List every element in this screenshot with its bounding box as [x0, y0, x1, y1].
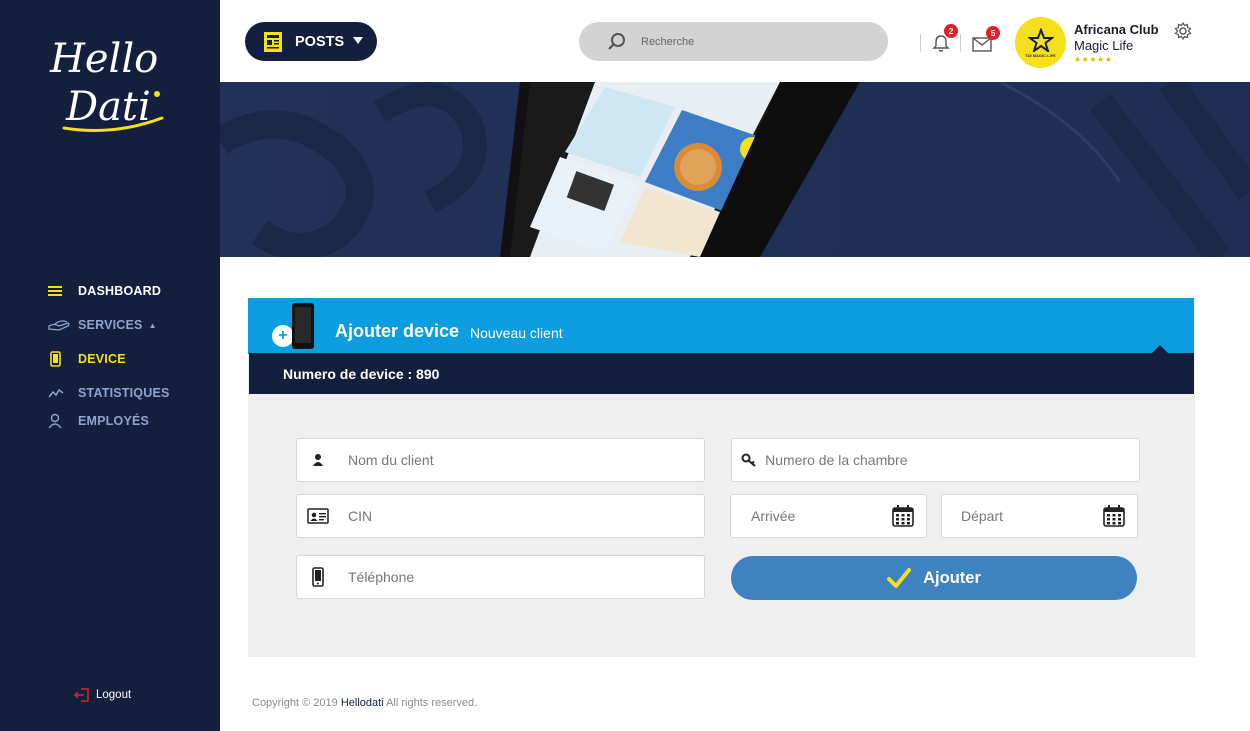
cin-input[interactable]	[347, 508, 704, 524]
mobile-icon	[297, 567, 339, 587]
search-bar[interactable]	[579, 22, 888, 61]
posts-label: POSTS	[295, 33, 345, 50]
sidebar-item-label: SERVICES	[78, 318, 143, 332]
add-button[interactable]: Ajouter	[731, 556, 1137, 600]
sidebar-item-label: DEVICE	[78, 352, 126, 366]
footer-brand-link[interactable]: Hellodati	[341, 697, 384, 709]
footer: Copyright © 2019 Hellodati All rights re…	[252, 697, 477, 709]
logo-text-dati: Dati	[65, 84, 151, 130]
add-device-card: + Ajouter device Nouveau client Numero d…	[248, 298, 1195, 657]
card-subtitle: Nouveau client	[470, 325, 563, 341]
key-icon	[732, 453, 765, 467]
client-name-input[interactable]	[347, 452, 704, 468]
avatar-caption: TUI MAGIC LIFE	[1025, 52, 1056, 58]
room-number-field[interactable]	[731, 438, 1140, 482]
card-header: + Ajouter device Nouveau client	[248, 298, 1194, 354]
list-icon	[48, 283, 70, 299]
sidebar-item-label: STATISTIQUES	[78, 386, 170, 400]
sidebar-item-label: EMPLOYÉS	[78, 414, 150, 428]
sidebar-item-device[interactable]: DEVICE	[48, 348, 218, 370]
trend-icon	[48, 385, 70, 401]
calendar-icon[interactable]	[892, 505, 914, 532]
notifications-button[interactable]: 2	[932, 24, 958, 57]
app-root: Hello Dati DASHBOARD SERVICES ▲ DEVICE S…	[0, 0, 1250, 731]
notifications-badge: 2	[944, 24, 958, 38]
divider	[920, 34, 921, 52]
room-number-input[interactable]	[765, 452, 1139, 468]
phone-icon	[48, 351, 70, 367]
device-number: Numero de device : 890	[249, 353, 1194, 394]
logout-icon	[74, 688, 89, 702]
banner-illustration	[220, 82, 1250, 257]
sidebar-item-services[interactable]: SERVICES ▲	[48, 314, 218, 336]
sidebar-item-employes[interactable]: EMPLOYÉS	[48, 410, 218, 432]
search-icon	[608, 32, 625, 50]
messages-badge: 5	[986, 26, 1000, 40]
telephone-input[interactable]	[347, 569, 704, 585]
copyright-suffix: All rights reserved.	[383, 697, 478, 709]
card-title: Ajouter device	[335, 321, 460, 341]
sidebar-item-label: DASHBOARD	[78, 284, 162, 298]
divider	[960, 34, 961, 52]
gear-icon	[1174, 21, 1192, 41]
search-input[interactable]	[641, 35, 861, 48]
settings-button[interactable]	[1174, 21, 1192, 45]
logout-button[interactable]: Logout	[74, 688, 131, 702]
user-icon	[297, 453, 339, 467]
avatar[interactable]: TUI MAGIC LIFE	[1015, 17, 1066, 68]
departure-date-field[interactable]	[941, 494, 1138, 538]
add-button-label: Ajouter	[923, 568, 981, 587]
newspaper-icon	[264, 31, 282, 52]
checkmark-icon	[887, 568, 912, 588]
top-bar: POSTS 2 5 TUI MAGIC LIFE Africana Club M…	[220, 0, 1250, 82]
calendar-icon[interactable]	[1103, 505, 1125, 532]
posts-dropdown[interactable]: POSTS	[245, 22, 377, 61]
star-logo-icon	[1027, 27, 1054, 52]
telephone-field[interactable]	[296, 555, 705, 599]
logout-label: Logout	[96, 689, 132, 701]
chevron-down-icon	[353, 37, 363, 44]
rating-stars: ★★★★★	[1074, 55, 1113, 64]
id-card-icon	[297, 508, 339, 524]
copyright-prefix: Copyright © 2019	[252, 697, 341, 709]
sidebar-item-statistiques[interactable]: STATISTIQUES	[48, 382, 218, 404]
sidebar-item-dashboard[interactable]: DASHBOARD	[48, 280, 218, 302]
arrival-date-field[interactable]	[730, 494, 927, 538]
messages-button[interactable]: 5	[972, 26, 1000, 57]
smartphone-icon	[292, 303, 314, 349]
sidebar-nav: DASHBOARD SERVICES ▲ DEVICE STATISTIQUES…	[48, 280, 218, 444]
cin-field[interactable]	[296, 494, 705, 538]
hand-tray-icon	[48, 317, 70, 333]
hero-banner	[220, 82, 1250, 257]
profile-subtitle: Magic Life	[1074, 38, 1134, 53]
logo-text-hello: Hello	[49, 36, 158, 82]
chevron-up-icon: ▲	[148, 320, 157, 330]
client-name-field[interactable]	[296, 438, 705, 482]
sidebar: Hello Dati DASHBOARD SERVICES ▲ DEVICE S…	[0, 0, 220, 731]
hellodati-logo[interactable]: Hello Dati	[44, 24, 174, 134]
user-icon	[48, 413, 70, 429]
pointer-caret	[1152, 345, 1168, 353]
profile-name: Africana Club	[1074, 22, 1159, 37]
